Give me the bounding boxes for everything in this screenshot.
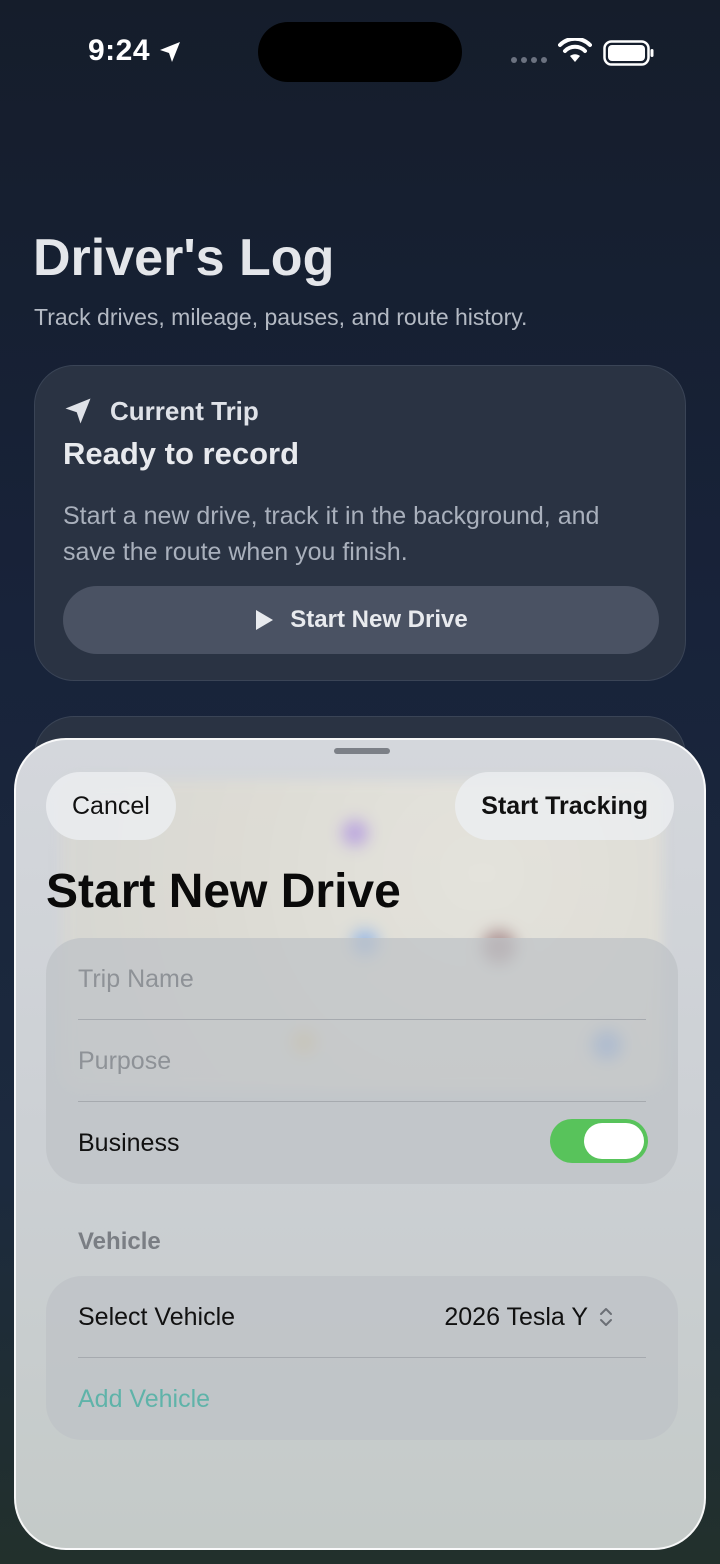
location-arrow-icon — [160, 42, 180, 62]
toggle-knob — [584, 1123, 644, 1159]
selected-vehicle: 2026 Tesla Y — [444, 1302, 588, 1331]
business-label: Business — [78, 1128, 180, 1157]
add-vehicle-button[interactable]: Add Vehicle — [78, 1385, 210, 1414]
page-title: Driver's Log — [33, 229, 335, 287]
select-vehicle-row[interactable]: Select Vehicle 2026 Tesla Y — [78, 1276, 646, 1358]
sheet-grabber[interactable] — [334, 748, 390, 754]
status-time: 9:24 — [88, 34, 151, 67]
current-trip-label: Current Trip — [110, 396, 259, 426]
purpose-placeholder: Purpose — [78, 1046, 172, 1075]
cancel-button[interactable]: Cancel — [46, 772, 176, 840]
vehicle-group: Select Vehicle 2026 Tesla Y Add Vehicle — [46, 1276, 678, 1440]
start-new-drive-label: Start New Drive — [290, 606, 468, 633]
select-vehicle-label: Select Vehicle — [78, 1302, 236, 1331]
play-icon — [256, 610, 274, 630]
business-toggle[interactable] — [550, 1119, 648, 1163]
start-new-drive-button[interactable]: Start New Drive — [63, 586, 659, 654]
dynamic-island — [258, 22, 462, 82]
trip-name-placeholder: Trip Name — [78, 964, 194, 993]
trip-name-input[interactable]: Trip Name — [78, 938, 646, 1020]
trip-status: Ready to record — [63, 436, 300, 471]
current-trip-card: Current Trip Ready to record Start a new… — [34, 365, 686, 681]
sheet-title: Start New Drive — [46, 865, 401, 918]
cellular-signal-icon — [511, 57, 547, 63]
navigation-arrow-icon — [65, 398, 91, 424]
vehicle-section-header: Vehicle — [78, 1228, 161, 1255]
trip-description: Start a new drive, track it in the backg… — [63, 502, 600, 566]
status-bar: 9:24 — [0, 0, 720, 110]
start-drive-sheet: Cancel Start Tracking Start New Drive Tr… — [14, 738, 706, 1550]
trip-details-group: Trip Name Purpose Business — [46, 938, 678, 1184]
page-subtitle: Track drives, mileage, pauses, and route… — [34, 304, 528, 330]
wifi-icon — [558, 38, 592, 62]
purpose-input[interactable]: Purpose — [78, 1020, 646, 1102]
add-vehicle-row[interactable]: Add Vehicle — [78, 1358, 646, 1440]
battery-icon — [603, 40, 654, 66]
start-tracking-button[interactable]: Start Tracking — [455, 772, 674, 840]
chevron-up-down-icon — [600, 1308, 612, 1326]
vehicle-picker[interactable]: 2026 Tesla Y — [444, 1303, 614, 1332]
